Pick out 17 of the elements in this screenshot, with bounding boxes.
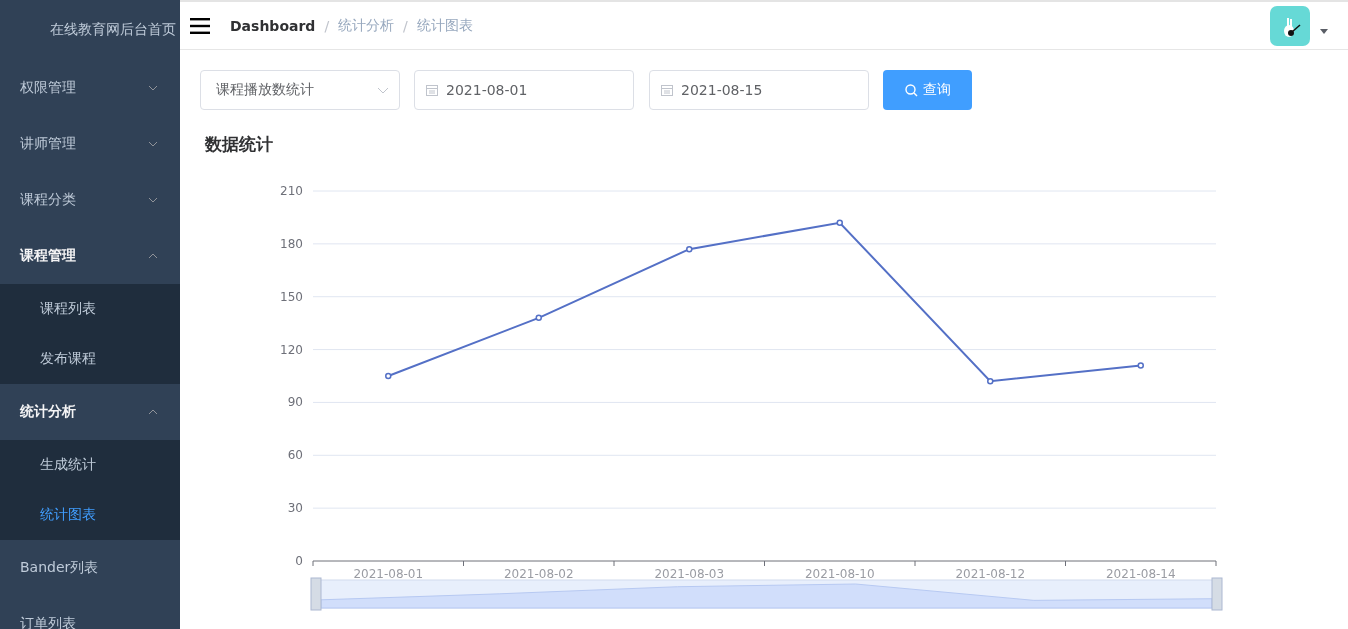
breadcrumb-separator: /	[324, 17, 330, 34]
y-axis-label: 150	[280, 289, 303, 304]
section-title: 数据统计	[205, 132, 273, 156]
y-axis-label: 0	[295, 554, 303, 568]
x-axis-label: 2021-08-14	[1105, 567, 1176, 581]
y-axis-label: 30	[287, 501, 303, 516]
x-axis-label: 2021-08-01	[353, 567, 424, 581]
x-axis-label: 2021-08-03	[654, 567, 725, 581]
x-axis-label: 2021-08-02	[503, 567, 574, 581]
y-axis-label: 90	[287, 395, 303, 410]
breadcrumb-separator: /	[403, 17, 408, 34]
x-axis-label: 2021-08-10	[804, 567, 875, 581]
x-axis-label: 2021-08-12	[955, 567, 1026, 581]
y-axis-label: 60	[287, 448, 303, 463]
y-axis-label: 210	[280, 184, 303, 198]
y-axis-label: 180	[280, 236, 303, 251]
y-axis-label: 120	[280, 342, 303, 357]
